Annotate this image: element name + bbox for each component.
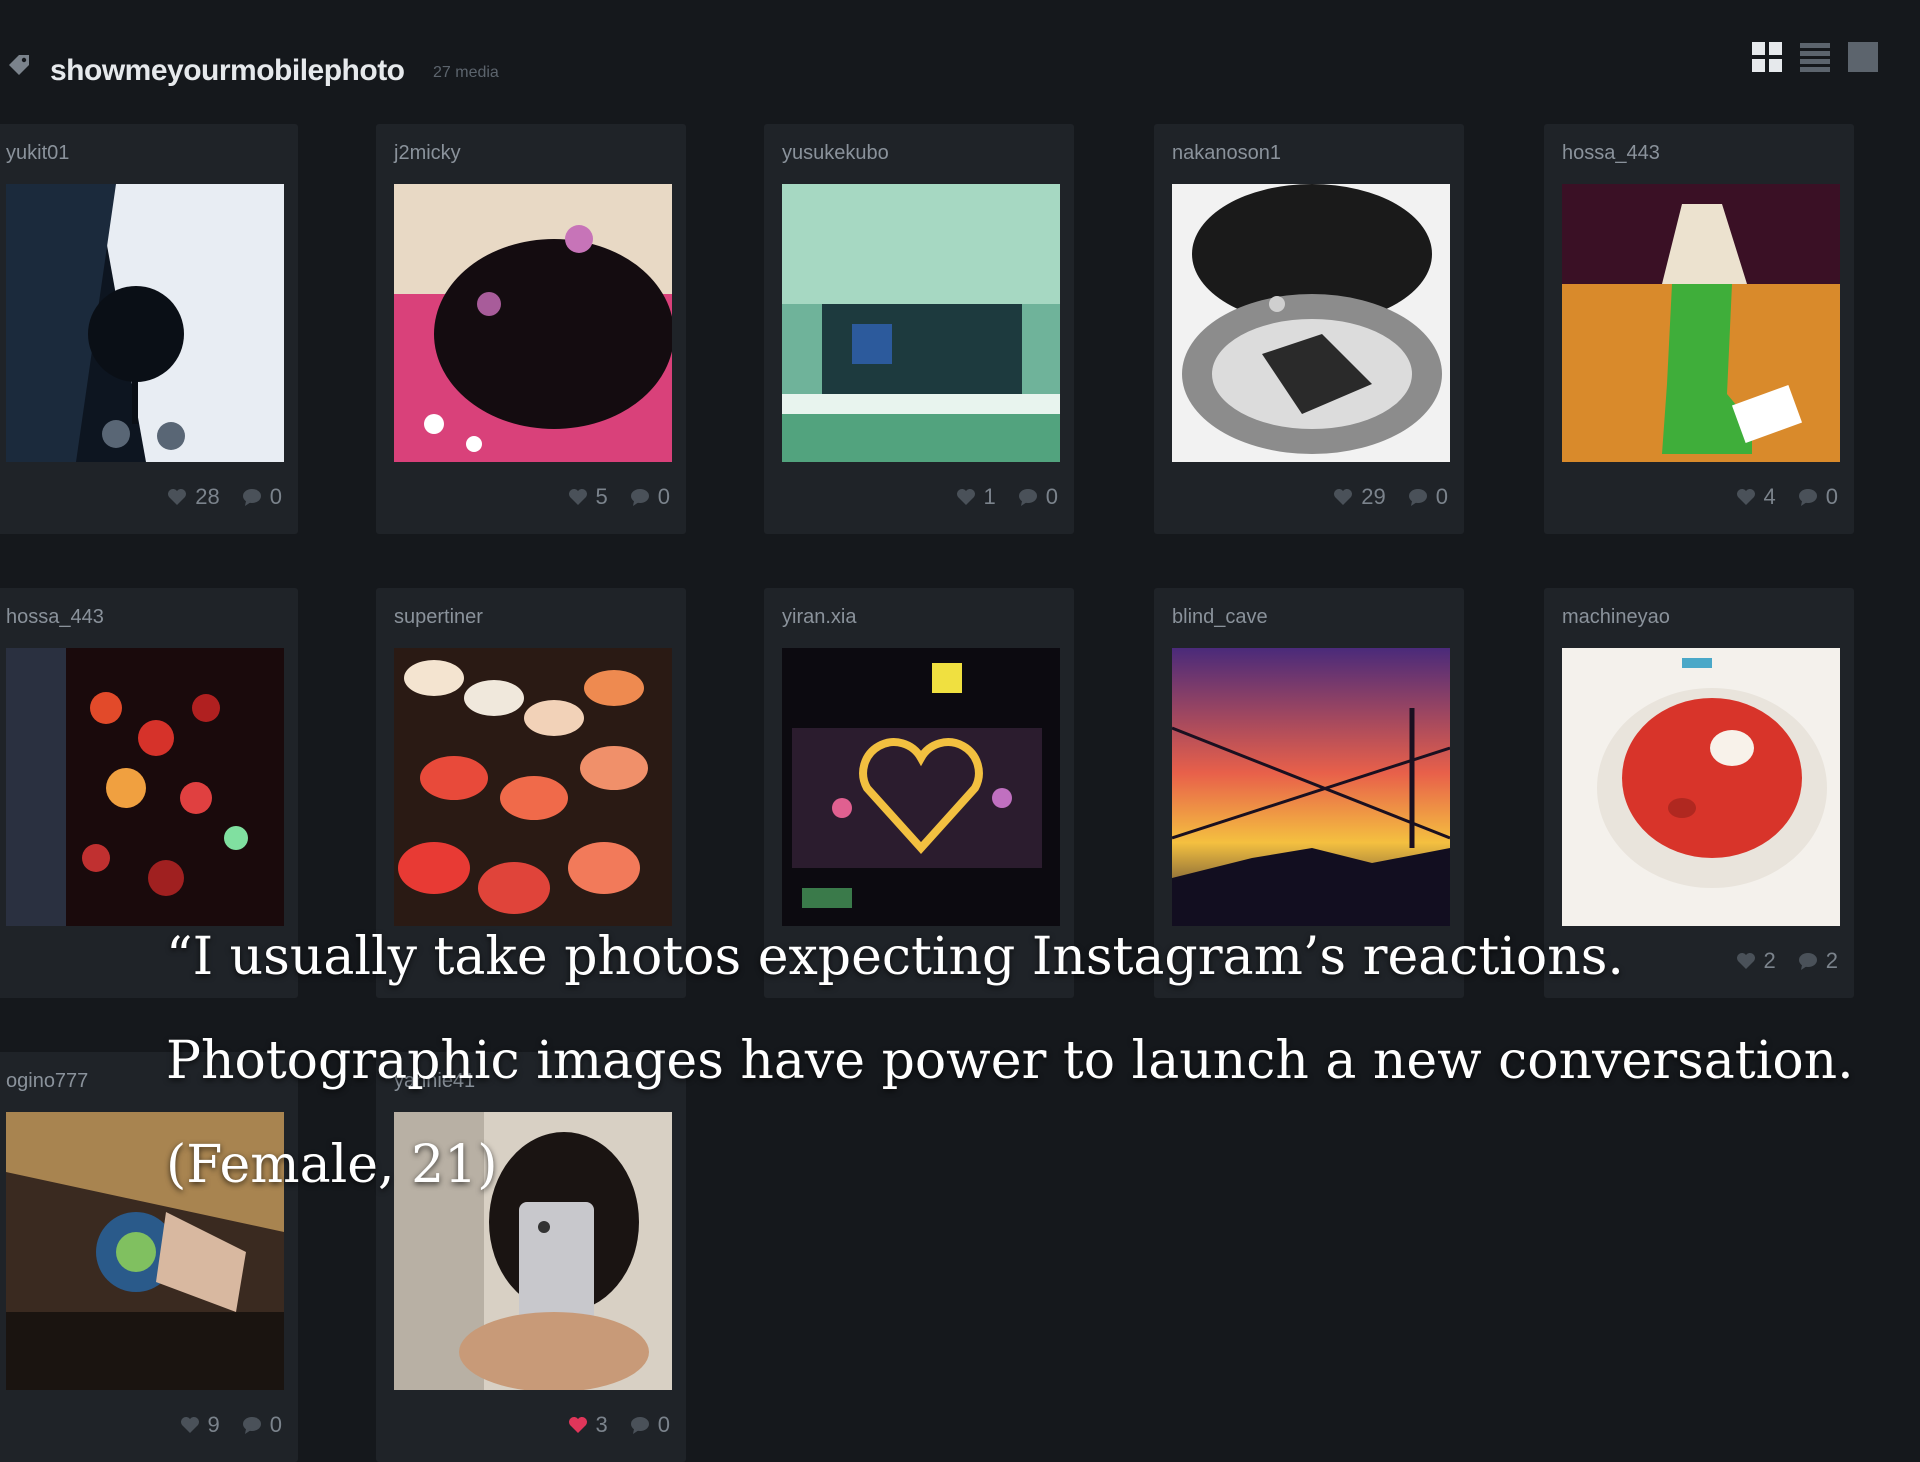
card-username[interactable]: machineyao: [1562, 606, 1670, 629]
card-username[interactable]: hossa_443: [1562, 142, 1660, 165]
photo-card[interactable]: nakanoson1 29 0: [1154, 124, 1464, 534]
card-stats: 1 0: [956, 484, 1058, 510]
card-stats: 3 0: [568, 1412, 670, 1438]
photo-thumbnail[interactable]: [1172, 648, 1450, 926]
like-count: 29: [1361, 484, 1386, 509]
comment-icon[interactable]: [1018, 488, 1038, 506]
photo-card[interactable]: yusukekubo 1 0: [764, 124, 1074, 534]
quote-line-1: “I usually take photos expecting Instagr…: [166, 927, 1624, 987]
photo-thumbnail[interactable]: [1562, 184, 1840, 462]
comment-icon[interactable]: [1408, 488, 1428, 506]
card-username[interactable]: nakanoson1: [1172, 142, 1281, 165]
card-username[interactable]: j2micky: [394, 142, 461, 165]
like-count: 4: [1763, 484, 1776, 509]
photo-thumbnail[interactable]: [782, 648, 1060, 926]
comment-count: 0: [657, 484, 670, 509]
heart-icon[interactable]: [167, 488, 187, 506]
heart-icon[interactable]: [956, 488, 976, 506]
comment-icon[interactable]: [1798, 488, 1818, 506]
like-count: 3: [595, 1412, 608, 1437]
quote-line-2: Photographic images have power to launch…: [166, 1031, 1854, 1091]
melon-float-photo: [1562, 184, 1840, 462]
tag-icon: [9, 55, 29, 75]
quote-attribution: (Female, 21): [166, 1135, 498, 1195]
heart-icon[interactable]: [180, 1416, 200, 1434]
heart-icon[interactable]: [1333, 488, 1353, 506]
comment-count: 0: [1825, 484, 1838, 509]
card-stats: 28 0: [167, 484, 282, 510]
quote-overlay: “I usually take photos expecting Instagr…: [166, 905, 1906, 1217]
card-stats: 9 0: [180, 1412, 282, 1438]
helmet-photo: [1172, 184, 1450, 462]
like-count: 28: [195, 484, 220, 509]
card-username[interactable]: ogino777: [6, 1070, 88, 1093]
card-username[interactable]: yusukekubo: [782, 142, 889, 165]
heart-icon[interactable]: [1736, 488, 1756, 506]
stadium-photo: [782, 184, 1060, 462]
lanterns-photo: [6, 648, 284, 926]
photo-thumbnail[interactable]: [394, 648, 672, 926]
card-stats: 4 0: [1736, 484, 1838, 510]
card-username[interactable]: supertiner: [394, 606, 483, 629]
photo-card[interactable]: yukit01 28 0: [0, 124, 298, 534]
like-count: 9: [207, 1412, 220, 1437]
card-username[interactable]: yiran.xia: [782, 606, 856, 629]
comment-icon[interactable]: [242, 1416, 262, 1434]
card-username[interactable]: blind_cave: [1172, 606, 1268, 629]
photo-card[interactable]: hossa_443 4 0: [1544, 124, 1854, 534]
heart-billboard-photo: [782, 648, 1060, 926]
page-title: showmeyourmobilephoto: [50, 54, 405, 87]
photo-grid: yukit01 28 0 j2micky 5 0 yusukekubo 1 0 …: [0, 124, 1920, 1462]
heart-icon[interactable]: [568, 1416, 588, 1434]
photo-thumbnail[interactable]: [1172, 184, 1450, 462]
comment-icon[interactable]: [630, 1416, 650, 1434]
comment-count: 0: [1045, 484, 1058, 509]
comment-icon[interactable]: [630, 488, 650, 506]
photo-thumbnail[interactable]: [6, 184, 284, 462]
soup-photo: [1562, 648, 1840, 926]
sunset-photo: [1172, 648, 1450, 926]
comment-count: 0: [269, 1412, 282, 1437]
comment-count: 0: [1435, 484, 1448, 509]
grid-view-icon[interactable]: [1750, 40, 1784, 74]
card-stats: 5 0: [568, 484, 670, 510]
single-view-icon[interactable]: [1846, 40, 1880, 74]
like-count: 1: [983, 484, 996, 509]
card-username[interactable]: yukit01: [6, 142, 69, 165]
comment-icon[interactable]: [242, 488, 262, 506]
list-view-icon[interactable]: [1798, 40, 1832, 74]
comment-count: 0: [269, 484, 282, 509]
sushi-photo: [394, 648, 672, 926]
snowy-night-photo: [6, 184, 284, 462]
photo-thumbnail[interactable]: [1562, 648, 1840, 926]
comment-count: 0: [657, 1412, 670, 1437]
heart-icon[interactable]: [568, 488, 588, 506]
card-stats: 29 0: [1333, 484, 1448, 510]
photo-thumbnail[interactable]: [394, 184, 672, 462]
media-count: 27 media: [433, 64, 499, 81]
header: showmeyourmobilephoto 27 media: [0, 40, 1920, 104]
photo-thumbnail[interactable]: [6, 648, 284, 926]
photo-card[interactable]: j2micky 5 0: [376, 124, 686, 534]
doll-photo: [394, 184, 672, 462]
card-username[interactable]: hossa_443: [6, 606, 104, 629]
photo-thumbnail[interactable]: [782, 184, 1060, 462]
like-count: 5: [595, 484, 608, 509]
